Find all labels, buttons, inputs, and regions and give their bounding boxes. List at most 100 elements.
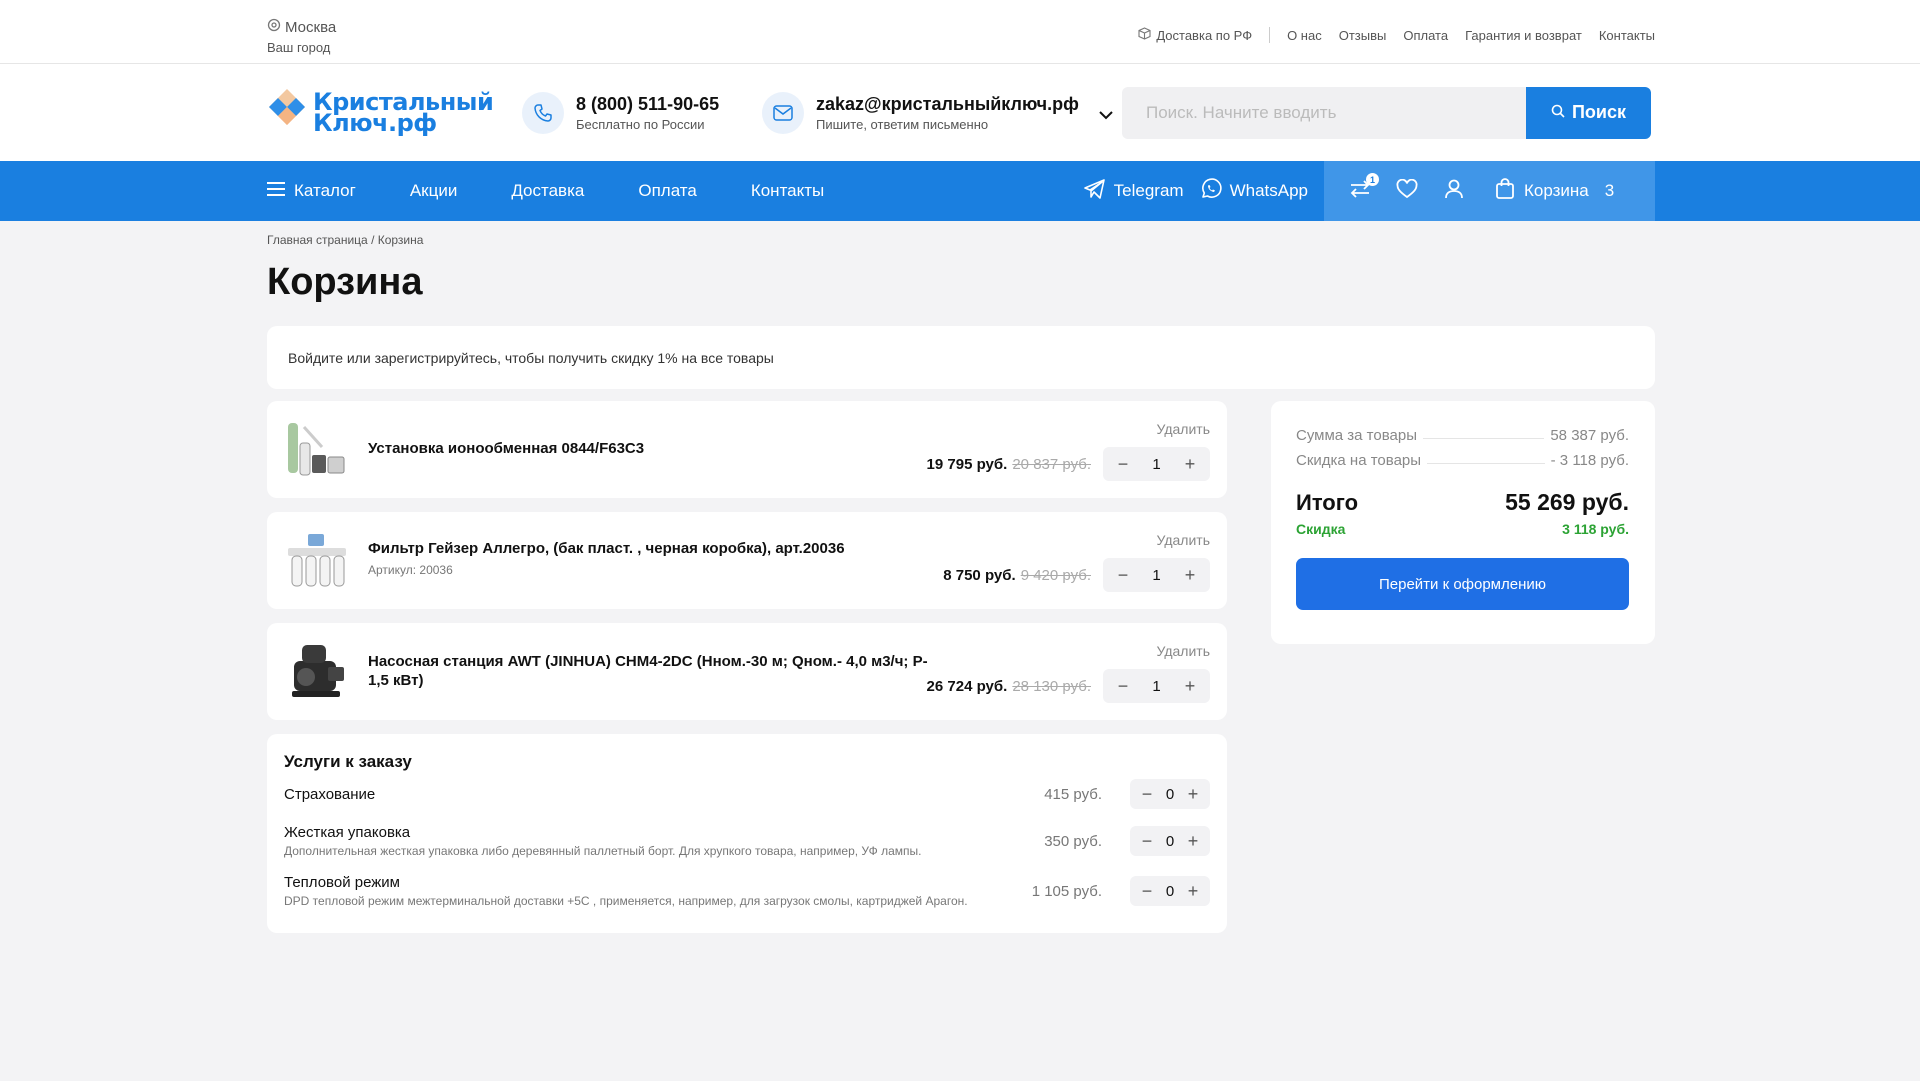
top-link-payment[interactable]: Оплата <box>1403 28 1448 43</box>
plus-icon[interactable]: + <box>1186 785 1200 803</box>
delete-button[interactable]: Удалить <box>1157 532 1210 548</box>
minus-icon[interactable]: − <box>1116 566 1130 584</box>
main-nav: Каталог Акции Доставка Оплата Контакты T… <box>0 161 1920 221</box>
email-caption: Пишите, ответим письменно <box>816 116 989 132</box>
summary-total-value: 55 269 руб. <box>1505 489 1629 515</box>
nav-item-payment[interactable]: Оплата <box>638 181 696 201</box>
service-price: 1 105 руб. <box>1031 883 1102 900</box>
quantity-stepper: − 1 + <box>1103 447 1210 481</box>
account-button[interactable] <box>1443 179 1465 204</box>
cart-item: Установка ионообменная 0844/F63C3 Удалит… <box>267 401 1227 498</box>
user-tools: 1 Корзина 3 <box>1324 161 1655 221</box>
telegram-icon <box>1083 178 1106 204</box>
search-input[interactable] <box>1122 86 1526 139</box>
checkout-button[interactable]: Перейти к оформлению <box>1296 558 1629 610</box>
phone-icon <box>522 91 564 134</box>
plus-icon[interactable]: + <box>1186 882 1200 900</box>
plus-icon[interactable]: + <box>1183 455 1197 473</box>
summary-goods-label: Сумма за товары <box>1296 427 1417 444</box>
services-title: Услуги к заказу <box>284 752 412 771</box>
product-name[interactable]: Насосная станция AWT (JINHUA) CHM4-2DC (… <box>368 652 928 690</box>
whatsapp-link[interactable]: WhatsApp <box>1200 177 1308 205</box>
email-address[interactable]: zakaz@кристальныйключ.рф <box>816 94 1079 115</box>
service-quantity-value[interactable]: 0 <box>1166 833 1174 850</box>
nav-item-contacts[interactable]: Контакты <box>751 181 824 201</box>
quantity-value[interactable]: 1 <box>1152 456 1160 473</box>
cart-button[interactable]: Корзина 3 <box>1496 178 1614 204</box>
box-icon <box>1138 27 1151 43</box>
summary-saving-row: Скидка 3 118 руб. <box>1296 521 1629 537</box>
summary-discount-label: Скидка на товары <box>1296 452 1422 469</box>
chevron-down-icon[interactable] <box>1099 107 1113 125</box>
favorites-button[interactable] <box>1396 178 1418 202</box>
service-row: Жесткая упаковка Дополнительная жесткая … <box>284 824 1210 870</box>
phone-contact[interactable]: 8 (800) 511-90-65 Бесплатно по России <box>522 91 762 134</box>
summary-total-row: Итого 55 269 руб. <box>1296 489 1629 516</box>
order-summary: Сумма за товары 58 387 руб. Скидка на то… <box>1271 401 1655 644</box>
plus-icon[interactable]: + <box>1186 832 1200 850</box>
header: Кристальный Ключ.рф 8 (800) 511-90-65 Бе… <box>0 64 1920 161</box>
order-services: Услуги к заказу Страхование 415 руб. − 0… <box>267 734 1227 933</box>
city-selector[interactable]: Москва Ваш город <box>267 0 336 64</box>
email-contact[interactable]: zakaz@кристальныйключ.рф Пишите, ответим… <box>762 91 1122 134</box>
quantity-stepper: − 1 + <box>1103 558 1210 592</box>
search-button[interactable]: Поиск <box>1526 86 1651 139</box>
location-icon <box>267 18 281 36</box>
service-row: Страхование 415 руб. − 0 + <box>284 779 1210 824</box>
product-image[interactable] <box>284 417 350 483</box>
phone-caption: Бесплатно по России <box>576 116 705 132</box>
quantity-value[interactable]: 1 <box>1152 678 1160 695</box>
nav-item-promotions[interactable]: Акции <box>410 181 458 201</box>
top-link-warranty[interactable]: Гарантия и возврат <box>1465 28 1582 43</box>
price-current: 26 724 руб. <box>926 678 1008 695</box>
top-link-contacts[interactable]: Контакты <box>1599 28 1655 43</box>
cart-count: 3 <box>1604 181 1615 200</box>
product-image[interactable] <box>284 639 350 705</box>
product-name[interactable]: Фильтр Гейзер Аллегро, (бак пласт. , чер… <box>368 539 845 558</box>
price-old: 20 837 руб. <box>1012 456 1091 473</box>
minus-icon[interactable]: − <box>1140 785 1154 803</box>
summary-discount-value: - 3 118 руб. <box>1550 452 1629 469</box>
nav-item-delivery[interactable]: Доставка <box>511 181 584 201</box>
menu-icon <box>267 181 285 201</box>
minus-icon[interactable]: − <box>1140 832 1154 850</box>
search-button-label: Поиск <box>1571 102 1627 122</box>
login-discount-banner[interactable]: Войдите или зарегистрируйтесь, чтобы пол… <box>267 326 1655 389</box>
price-current: 8 750 руб. <box>943 567 1016 584</box>
delivery-link[interactable]: Доставка по РФ <box>1138 27 1252 43</box>
telegram-label: Telegram <box>1113 181 1184 200</box>
compare-badge: 1 <box>1366 173 1379 186</box>
delete-button[interactable]: Удалить <box>1157 643 1210 659</box>
delete-button[interactable]: Удалить <box>1157 421 1210 437</box>
breadcrumb[interactable]: Главная страница / Корзина <box>267 233 1655 247</box>
city-caption: Ваш город <box>267 40 331 55</box>
compare-button[interactable]: 1 <box>1349 173 1379 202</box>
service-quantity-value[interactable]: 0 <box>1166 883 1174 900</box>
minus-icon[interactable]: − <box>1140 882 1154 900</box>
quantity-value[interactable]: 1 <box>1152 567 1160 584</box>
plus-icon[interactable]: + <box>1183 566 1197 584</box>
mail-icon <box>762 91 804 134</box>
service-quantity-value[interactable]: 0 <box>1166 786 1174 803</box>
product-name[interactable]: Установка ионообменная 0844/F63C3 <box>368 439 644 458</box>
price-current: 19 795 руб. <box>926 456 1008 473</box>
plus-icon[interactable]: + <box>1183 677 1197 695</box>
top-link-about[interactable]: О нас <box>1287 28 1322 43</box>
summary-saving-label: Скидка <box>1296 521 1346 537</box>
user-icon <box>1444 179 1464 204</box>
product-sku: Артикул: 20036 <box>368 563 453 577</box>
delivery-label[interactable]: Доставка по РФ <box>1156 28 1252 43</box>
phone-number[interactable]: 8 (800) 511-90-65 <box>576 94 719 115</box>
top-links: Доставка по РФ О нас Отзывы Оплата Гаран… <box>1138 0 1655 64</box>
minus-icon[interactable]: − <box>1116 677 1130 695</box>
service-quantity-stepper: − 0 + <box>1130 779 1210 809</box>
search-icon <box>1551 102 1565 123</box>
city-name[interactable]: Москва <box>285 19 336 36</box>
catalog-button[interactable]: Каталог <box>267 181 356 201</box>
page-title: Корзина <box>267 261 423 303</box>
logo[interactable]: Кристальный Ключ.рф <box>267 87 522 139</box>
telegram-link[interactable]: Telegram <box>1083 178 1184 204</box>
minus-icon[interactable]: − <box>1116 455 1130 473</box>
top-link-reviews[interactable]: Отзывы <box>1339 28 1387 43</box>
product-image[interactable] <box>284 528 350 594</box>
